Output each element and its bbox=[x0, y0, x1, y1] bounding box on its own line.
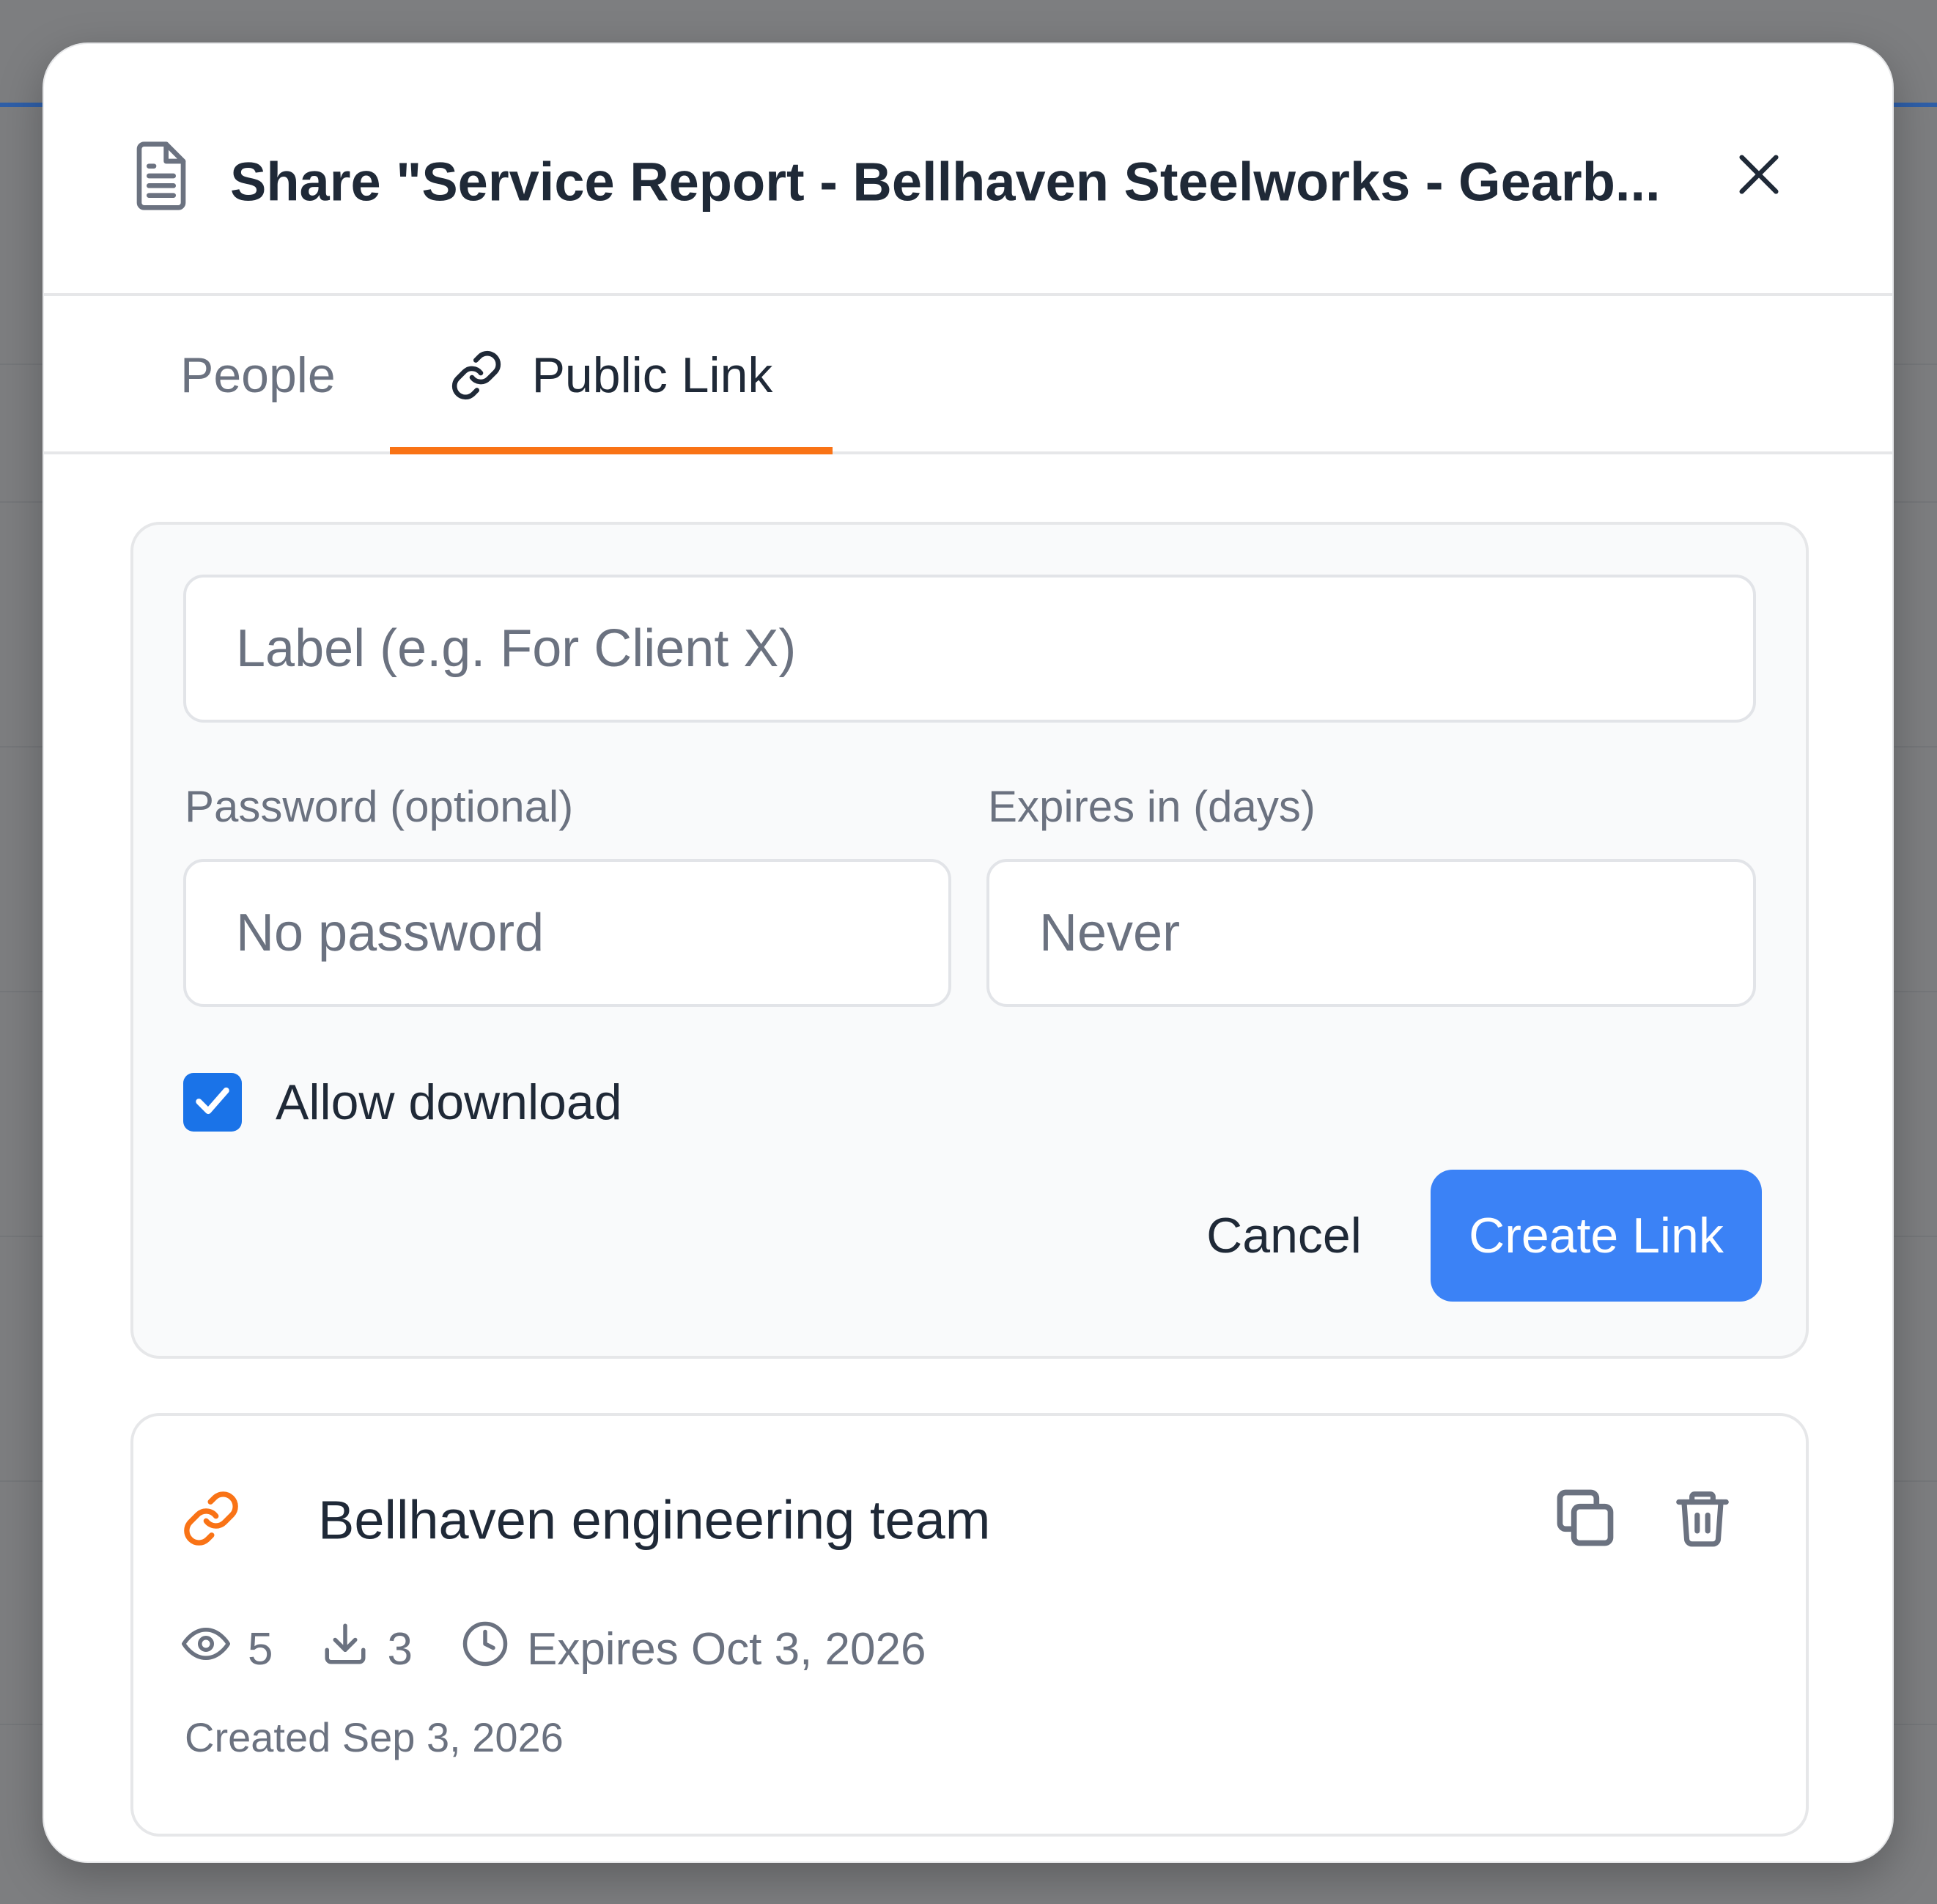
clock-icon bbox=[461, 1620, 527, 1679]
cancel-button[interactable]: Cancel bbox=[1181, 1170, 1387, 1302]
allow-download-option[interactable]: Allow download bbox=[183, 1073, 622, 1132]
create-link-button[interactable]: Create Link bbox=[1431, 1170, 1762, 1302]
link-icon bbox=[450, 349, 503, 402]
expiry-text: Expires Oct 3, 2026 bbox=[526, 1623, 926, 1675]
expires-label: Expires in (days) bbox=[988, 782, 1316, 831]
link-icon bbox=[182, 1489, 240, 1548]
copy-link-button[interactable] bbox=[1545, 1479, 1626, 1560]
dialog-title: Share "Service Report - Bellhaven Steelw… bbox=[230, 151, 1661, 213]
expires-input[interactable] bbox=[986, 859, 1756, 1007]
create-link-form: Password (optional) Expires in (days) Al… bbox=[130, 522, 1809, 1359]
tab-public-link[interactable]: Public Link bbox=[390, 296, 833, 454]
share-dialog: Share "Service Report - Bellhaven Steelw… bbox=[43, 43, 1894, 1863]
views-stat: 5 bbox=[182, 1620, 273, 1679]
trash-icon bbox=[1671, 1484, 1734, 1555]
link-label: Bellhaven engineering team bbox=[318, 1489, 991, 1551]
document-icon bbox=[132, 139, 191, 213]
created-date: Created Sep 3, 2026 bbox=[185, 1714, 564, 1760]
password-label: Password (optional) bbox=[185, 782, 574, 831]
public-link-item: Bellhaven engineering team 5 3 Expires O… bbox=[130, 1413, 1809, 1837]
dialog-header: Share "Service Report - Bellhaven Steelw… bbox=[44, 44, 1892, 296]
downloads-count: 3 bbox=[387, 1623, 413, 1675]
check-icon bbox=[192, 1080, 233, 1125]
allow-download-checkbox[interactable] bbox=[183, 1073, 242, 1132]
download-icon bbox=[321, 1620, 387, 1679]
active-tab-indicator bbox=[390, 447, 833, 454]
delete-link-button[interactable] bbox=[1662, 1479, 1743, 1560]
eye-icon bbox=[182, 1620, 248, 1679]
downloads-stat: 3 bbox=[321, 1620, 413, 1679]
tab-people[interactable]: People bbox=[180, 296, 336, 454]
tab-label: People bbox=[180, 347, 336, 403]
label-input[interactable] bbox=[183, 575, 1756, 723]
tab-bar: People Public Link bbox=[44, 296, 1892, 454]
close-button[interactable] bbox=[1722, 139, 1796, 213]
close-icon bbox=[1733, 149, 1785, 204]
copy-icon bbox=[1552, 1484, 1619, 1555]
views-count: 5 bbox=[248, 1623, 273, 1675]
tab-label: Public Link bbox=[531, 347, 773, 403]
allow-download-label: Allow download bbox=[276, 1074, 622, 1130]
link-stats: 5 3 Expires Oct 3, 2026 bbox=[182, 1620, 974, 1678]
expiry-stat: Expires Oct 3, 2026 bbox=[461, 1620, 926, 1679]
password-input[interactable] bbox=[183, 859, 951, 1007]
